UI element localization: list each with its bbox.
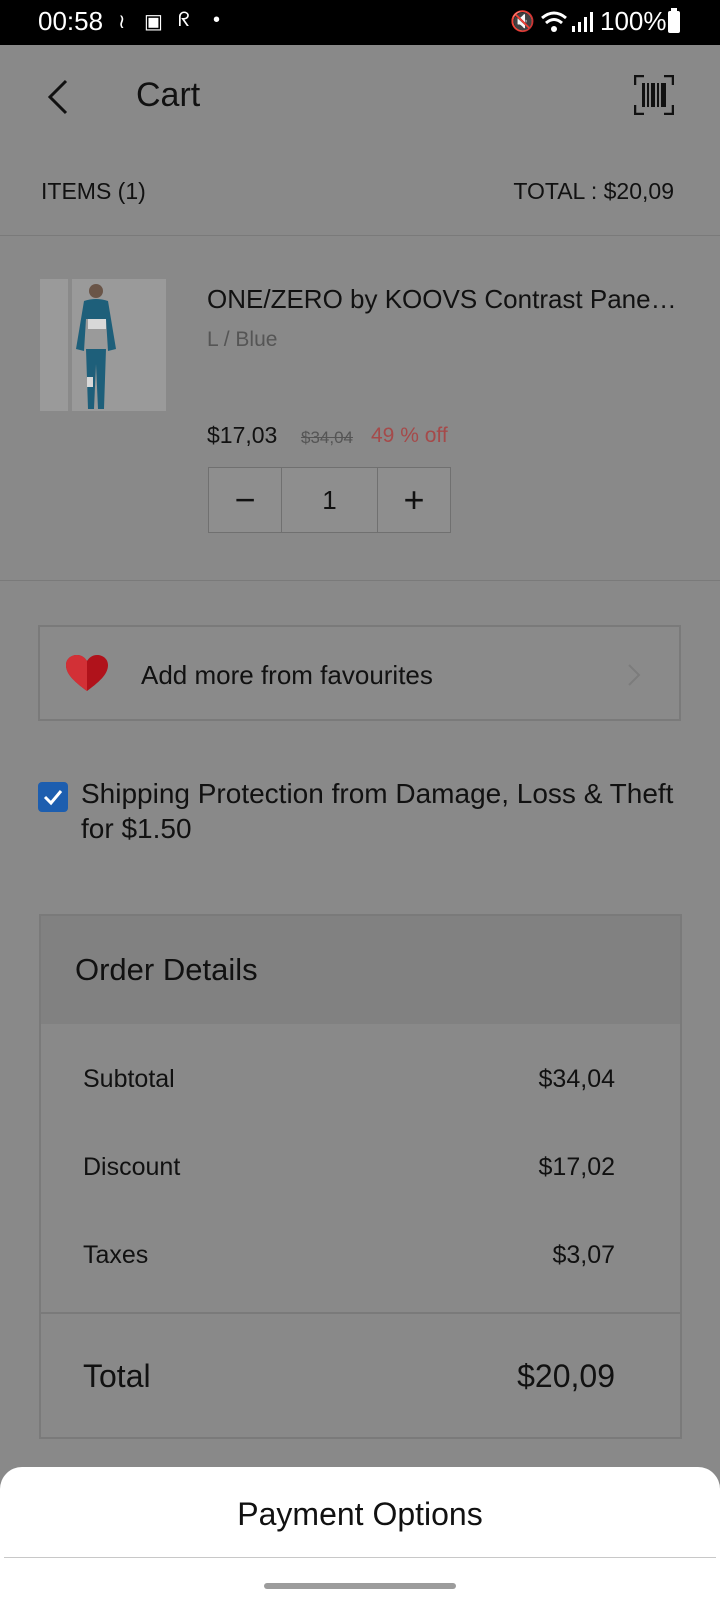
subtotal-label: Subtotal	[83, 1065, 175, 1093]
battery-icon	[668, 8, 680, 33]
dot-icon: •	[213, 9, 221, 31]
battery-text: 100%	[600, 6, 667, 36]
product-variant: L / Blue	[207, 328, 278, 351]
order-details-title: Order Details	[75, 952, 258, 987]
shipping-protection-checkbox[interactable]	[38, 782, 68, 812]
signal-icon	[572, 12, 594, 32]
cart-total: TOTAL : $20,09	[513, 178, 674, 204]
taxes-value: $3,07	[552, 1241, 615, 1269]
product-title[interactable]: ONE/ZERO by KOOVS Contrast Panel Track J…	[207, 284, 677, 315]
status-time: 00:58	[38, 6, 104, 36]
barcode-icon[interactable]	[633, 74, 675, 116]
divider	[4, 1557, 716, 1558]
increase-quantity-button[interactable]: +	[378, 468, 450, 532]
total-value: $20,09	[517, 1358, 615, 1394]
payment-options-sheet	[0, 1467, 720, 1600]
wifi-icon	[540, 10, 568, 34]
voicemail-icon: ▣	[144, 11, 163, 33]
app-icon: ᖇ	[178, 9, 190, 31]
shipping-protection-label[interactable]: Shipping Protection from Damage, Loss & …	[81, 776, 681, 846]
quantity-value: 1	[281, 468, 378, 532]
nfc-icon: ≀	[118, 11, 126, 33]
discount-label: Discount	[83, 1153, 181, 1181]
discount-percent: 49 % off	[371, 424, 448, 447]
payment-options-title[interactable]: Payment Options	[0, 1496, 720, 1533]
total-label: Total	[83, 1358, 151, 1394]
home-indicator[interactable]	[264, 1583, 456, 1589]
favourites-label: Add more from favourites	[141, 660, 433, 690]
original-price: $34,04	[301, 428, 353, 447]
divider	[41, 1312, 680, 1314]
divider	[0, 580, 720, 581]
heart-icon	[66, 655, 108, 693]
mute-icon: 🔇	[510, 11, 535, 33]
page-title: Cart	[136, 76, 201, 114]
product-image[interactable]	[40, 279, 166, 411]
decrease-quantity-button[interactable]: −	[209, 468, 281, 532]
chevron-right-icon	[624, 662, 644, 688]
back-arrow-icon[interactable]	[40, 78, 78, 116]
quantity-stepper: − 1 +	[208, 467, 451, 533]
discount-value: $17,02	[538, 1153, 615, 1181]
subtotal-value: $34,04	[538, 1065, 615, 1093]
items-count: ITEMS (1)	[41, 178, 146, 204]
taxes-label: Taxes	[83, 1241, 149, 1269]
divider	[0, 235, 720, 236]
product-price: $17,03	[207, 422, 278, 448]
